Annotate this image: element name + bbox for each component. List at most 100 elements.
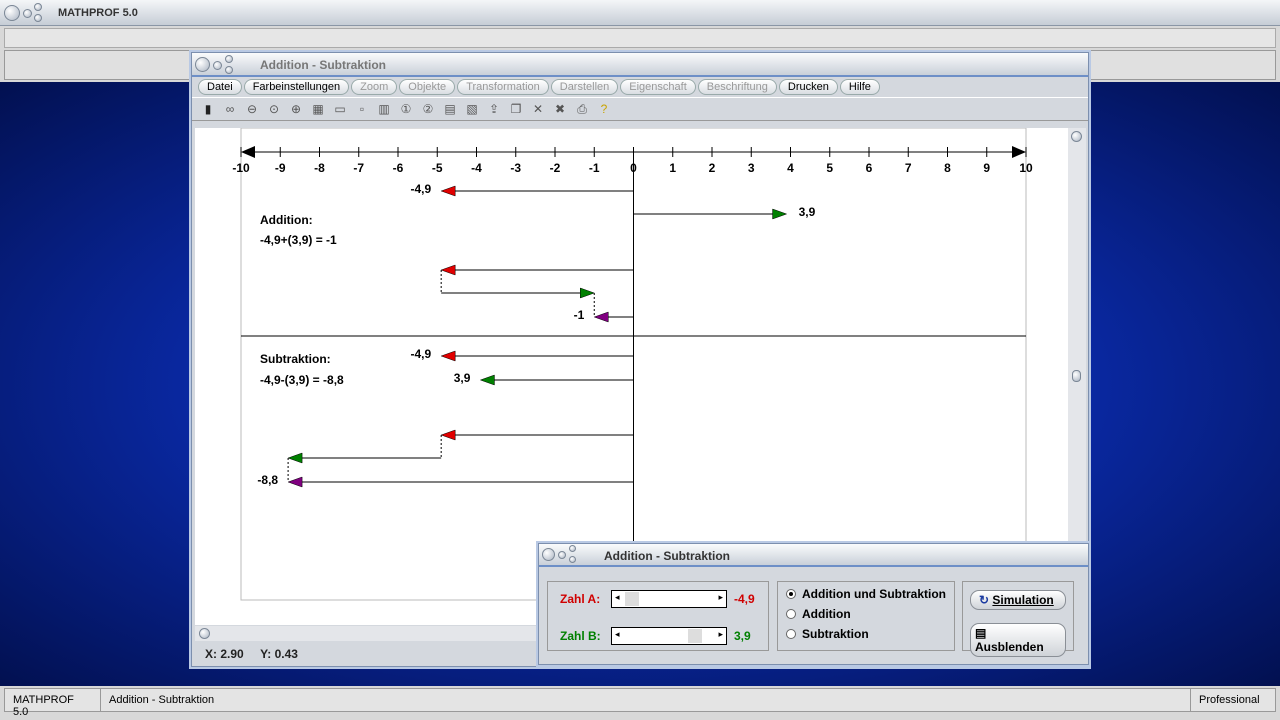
window-button-icon[interactable]: [569, 545, 576, 552]
tick-label: -9: [275, 161, 286, 175]
scroll-up-icon[interactable]: [1071, 131, 1082, 142]
toolbar: ▮ ∞ ⊖ ⊙ ⊕ ▦ ▭ ▫ ▥ ① ② ▤ ▧ ⇪ ❐ ✕ ✖ ⎙?: [192, 97, 1088, 121]
menu-datei[interactable]: Datei: [198, 79, 242, 95]
plot-text: 3,9: [454, 371, 471, 385]
plot-text: -4,9: [410, 347, 431, 361]
x-coordinate: X: 2.90: [205, 647, 244, 661]
menu-drucken[interactable]: Drucken: [778, 79, 838, 95]
menu-eigenschaft[interactable]: Eigenschaft: [620, 79, 696, 95]
operation-group: Addition und Subtraktion Addition Subtrakt…: [777, 581, 955, 651]
zoom-out-icon[interactable]: ⊖: [244, 101, 260, 117]
radio-option[interactable]: Addition und Subtraktion: [786, 587, 946, 607]
window-button-icon[interactable]: [558, 551, 566, 559]
window-icon[interactable]: ▮: [200, 101, 216, 117]
plot-text: Subtraktion:: [260, 352, 331, 366]
scroll-left-icon[interactable]: [199, 628, 210, 639]
status-edition: Professional: [1199, 694, 1260, 706]
help-icon[interactable]: ?: [596, 101, 612, 117]
main-window-titlebar[interactable]: Addition - Subtraktion: [192, 53, 1088, 77]
scroll-thumb[interactable]: [1072, 370, 1081, 382]
menu-zoom[interactable]: Zoom: [351, 79, 398, 95]
radio-option[interactable]: Subtraktion: [786, 627, 946, 647]
window-button-icon[interactable]: [225, 66, 233, 74]
window-button-icon[interactable]: [34, 3, 42, 11]
window-button-icon[interactable]: [569, 556, 576, 563]
frame-icon[interactable]: ▭: [332, 101, 348, 117]
plot-text: -4,9: [410, 182, 431, 196]
arrow-head: [440, 264, 456, 276]
tick-label: 6: [866, 161, 873, 175]
cross-icon[interactable]: ✕: [530, 101, 546, 117]
tick-label: 5: [826, 161, 833, 175]
circle-1-icon[interactable]: ①: [398, 101, 414, 117]
chart-edit-icon[interactable]: ▧: [464, 101, 480, 117]
window-title: Addition - Subtraktion: [260, 58, 386, 72]
arrow-head: [440, 350, 456, 362]
radio-button[interactable]: [786, 609, 796, 619]
arrow-head: [440, 429, 456, 441]
properties-icon[interactable]: ▦: [310, 101, 326, 117]
radio-button[interactable]: [786, 589, 796, 599]
window-button-icon[interactable]: [225, 55, 233, 63]
radio-option[interactable]: Addition: [786, 607, 946, 627]
export-icon[interactable]: ⇪: [486, 101, 502, 117]
zoom-in-icon[interactable]: ⊕: [288, 101, 304, 117]
menu-objekte[interactable]: Objekte: [399, 79, 456, 95]
tick-label: -3: [510, 161, 521, 175]
zoom-icon[interactable]: ⊙: [266, 101, 282, 117]
window-button-icon[interactable]: [213, 61, 222, 70]
cross-double-icon[interactable]: ✖: [552, 101, 568, 117]
status-module: Addition - Subtraktion: [101, 689, 1191, 711]
arrow-head: [772, 208, 788, 220]
menu-transformation[interactable]: Transformation: [457, 79, 549, 95]
zahl-b-label: Zahl B:: [560, 629, 601, 643]
tick-label: -4: [471, 161, 482, 175]
menu-hilfe[interactable]: Hilfe: [839, 79, 880, 95]
radio-label: Addition und Subtraktion: [802, 587, 946, 601]
y-coordinate: Y: 0.43: [260, 647, 298, 661]
print-icon[interactable]: ⎙: [574, 101, 590, 117]
zahl-a-value: -4,9: [734, 592, 755, 606]
tick-label: -10: [232, 161, 250, 175]
small-box-icon[interactable]: ▫: [354, 101, 370, 117]
ausblenden-button[interactable]: ▤ Ausblenden: [970, 623, 1066, 657]
zahl-b-slider[interactable]: ◂ ▸: [611, 627, 727, 645]
tick-label: -2: [550, 161, 561, 175]
simulation-button[interactable]: ↻ Simulation: [970, 590, 1066, 610]
menu-band: [4, 28, 1276, 48]
glasses-icon[interactable]: ∞: [222, 101, 238, 117]
coordinate-readout: X: 2.90 Y: 0.43: [195, 645, 595, 663]
dialog-titlebar[interactable]: Addition - Subtraktion: [539, 544, 1088, 567]
hide-icon: ▤: [975, 626, 987, 640]
plot-text: -4,9+(3,9) = -1: [260, 233, 337, 247]
window-button-icon[interactable]: [542, 548, 555, 561]
window-button-icon[interactable]: [4, 5, 20, 21]
circle-2-icon[interactable]: ②: [420, 101, 436, 117]
arrow-head: [287, 476, 303, 488]
window-button-icon[interactable]: [195, 57, 210, 72]
arrow-head: [580, 287, 595, 299]
tick-label: 9: [983, 161, 990, 175]
menu-beschriftung[interactable]: Beschriftung: [697, 79, 777, 95]
menu-darstellen[interactable]: Darstellen: [550, 79, 619, 95]
arrow-head: [287, 452, 303, 464]
zahl-a-slider[interactable]: ◂ ▸: [611, 590, 727, 608]
arrow-head: [440, 185, 456, 197]
app-title: MATHPROF 5.0: [58, 7, 138, 19]
app-titlebar: MATHPROF 5.0: [0, 0, 1280, 26]
button-group: ↻ Simulation ▤ Ausblenden: [962, 581, 1074, 657]
window-button-icon[interactable]: [34, 14, 42, 22]
menu-farbeinstellungen[interactable]: Farbeinstellungen: [243, 79, 350, 95]
tick-label: -7: [353, 161, 364, 175]
grid-box-icon[interactable]: ▥: [376, 101, 392, 117]
control-dialog: Addition - Subtraktion Zahl A: ◂ ▸ -4,9 Z…: [538, 543, 1089, 665]
plot-text: -4,9-(3,9) = -8,8: [260, 373, 344, 387]
copy-icon[interactable]: ❐: [508, 101, 524, 117]
menu-bar: Datei Farbeinstellungen Zoom Objekte Transfo…: [192, 77, 1088, 97]
tick-label: 4: [787, 161, 794, 175]
radio-button[interactable]: [786, 629, 796, 639]
radio-label: Subtraktion: [802, 627, 869, 641]
table-icon[interactable]: ▤: [442, 101, 458, 117]
window-button-icon[interactable]: [23, 9, 32, 18]
tick-label: 1: [669, 161, 676, 175]
